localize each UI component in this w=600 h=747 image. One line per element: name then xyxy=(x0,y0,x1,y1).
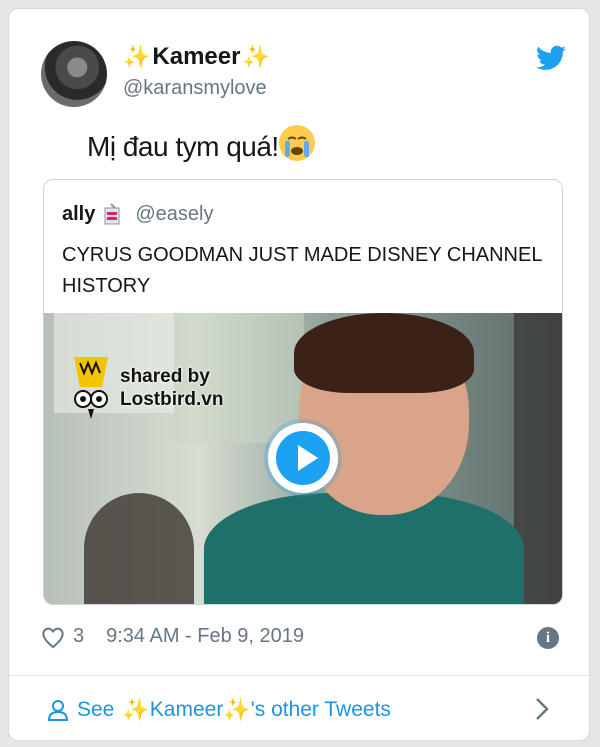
tweet-text: Mị đau tym quá! xyxy=(87,131,279,162)
divider xyxy=(9,675,589,676)
play-triangle xyxy=(298,445,318,471)
see-name-text[interactable]: Kameer xyxy=(150,698,224,722)
tweet-timestamp[interactable]: 9:34 AM - Feb 9, 2019 xyxy=(106,625,304,648)
heart-icon[interactable] xyxy=(41,626,65,648)
see-prefix[interactable]: See xyxy=(77,698,114,722)
background-person xyxy=(84,493,194,604)
quoted-handle[interactable]: @easely xyxy=(135,203,213,226)
sparkle-icon: ✨ xyxy=(123,44,151,69)
sparkle-icon: ✨ xyxy=(242,44,270,69)
crying-face-icon xyxy=(279,125,315,161)
person-icon xyxy=(47,700,69,721)
display-name[interactable]: ✨ Kameer ✨ xyxy=(123,43,270,71)
video-thumbnail[interactable]: shared by Lostbird.vn xyxy=(44,313,562,604)
sparkle-icon: ✨ xyxy=(122,697,150,722)
like-count[interactable]: 3 xyxy=(73,625,84,648)
chevron-right-icon[interactable] xyxy=(535,697,549,721)
play-button[interactable] xyxy=(268,423,338,493)
twitter-bird-icon[interactable] xyxy=(536,45,566,71)
avatar[interactable] xyxy=(41,41,107,107)
play-icon[interactable] xyxy=(276,431,330,485)
info-icon[interactable]: i xyxy=(537,627,559,649)
see-name[interactable]: ✨ Kameer ✨ 's other Tweets xyxy=(122,697,391,723)
sparkle-icon: ✨ xyxy=(223,697,251,722)
quoted-tweet[interactable]: ally @easely CYRUS GOODMAN JUST MADE DIS… xyxy=(43,179,563,605)
quoted-header: ally @easely xyxy=(62,202,213,226)
tweet-actions: 3 9:34 AM - Feb 9, 2019 xyxy=(41,625,304,648)
see-other-tweets-link[interactable]: See ✨ Kameer ✨ 's other Tweets xyxy=(47,697,391,723)
embedded-tweet-card: ✨ Kameer ✨ @karansmylove Mị đau tym quá!… xyxy=(8,8,590,741)
watermark-text: shared by Lostbird.vn xyxy=(120,365,223,411)
user-handle[interactable]: @karansmylove xyxy=(123,77,267,100)
owl-logo-icon xyxy=(74,357,108,419)
quoted-text: CYRUS GOODMAN JUST MADE DISNEY CHANNEL H… xyxy=(62,244,542,297)
display-name-text[interactable]: Kameer xyxy=(152,43,240,71)
quoted-name[interactable]: ally xyxy=(62,203,95,226)
cup-icon xyxy=(104,203,120,225)
watermark: shared by Lostbird.vn xyxy=(70,353,223,423)
see-suffix[interactable]: 's other Tweets xyxy=(251,698,391,722)
watermark-line1: shared by xyxy=(120,366,210,387)
watermark-line2: Lostbird.vn xyxy=(120,389,224,410)
hair xyxy=(294,313,474,393)
